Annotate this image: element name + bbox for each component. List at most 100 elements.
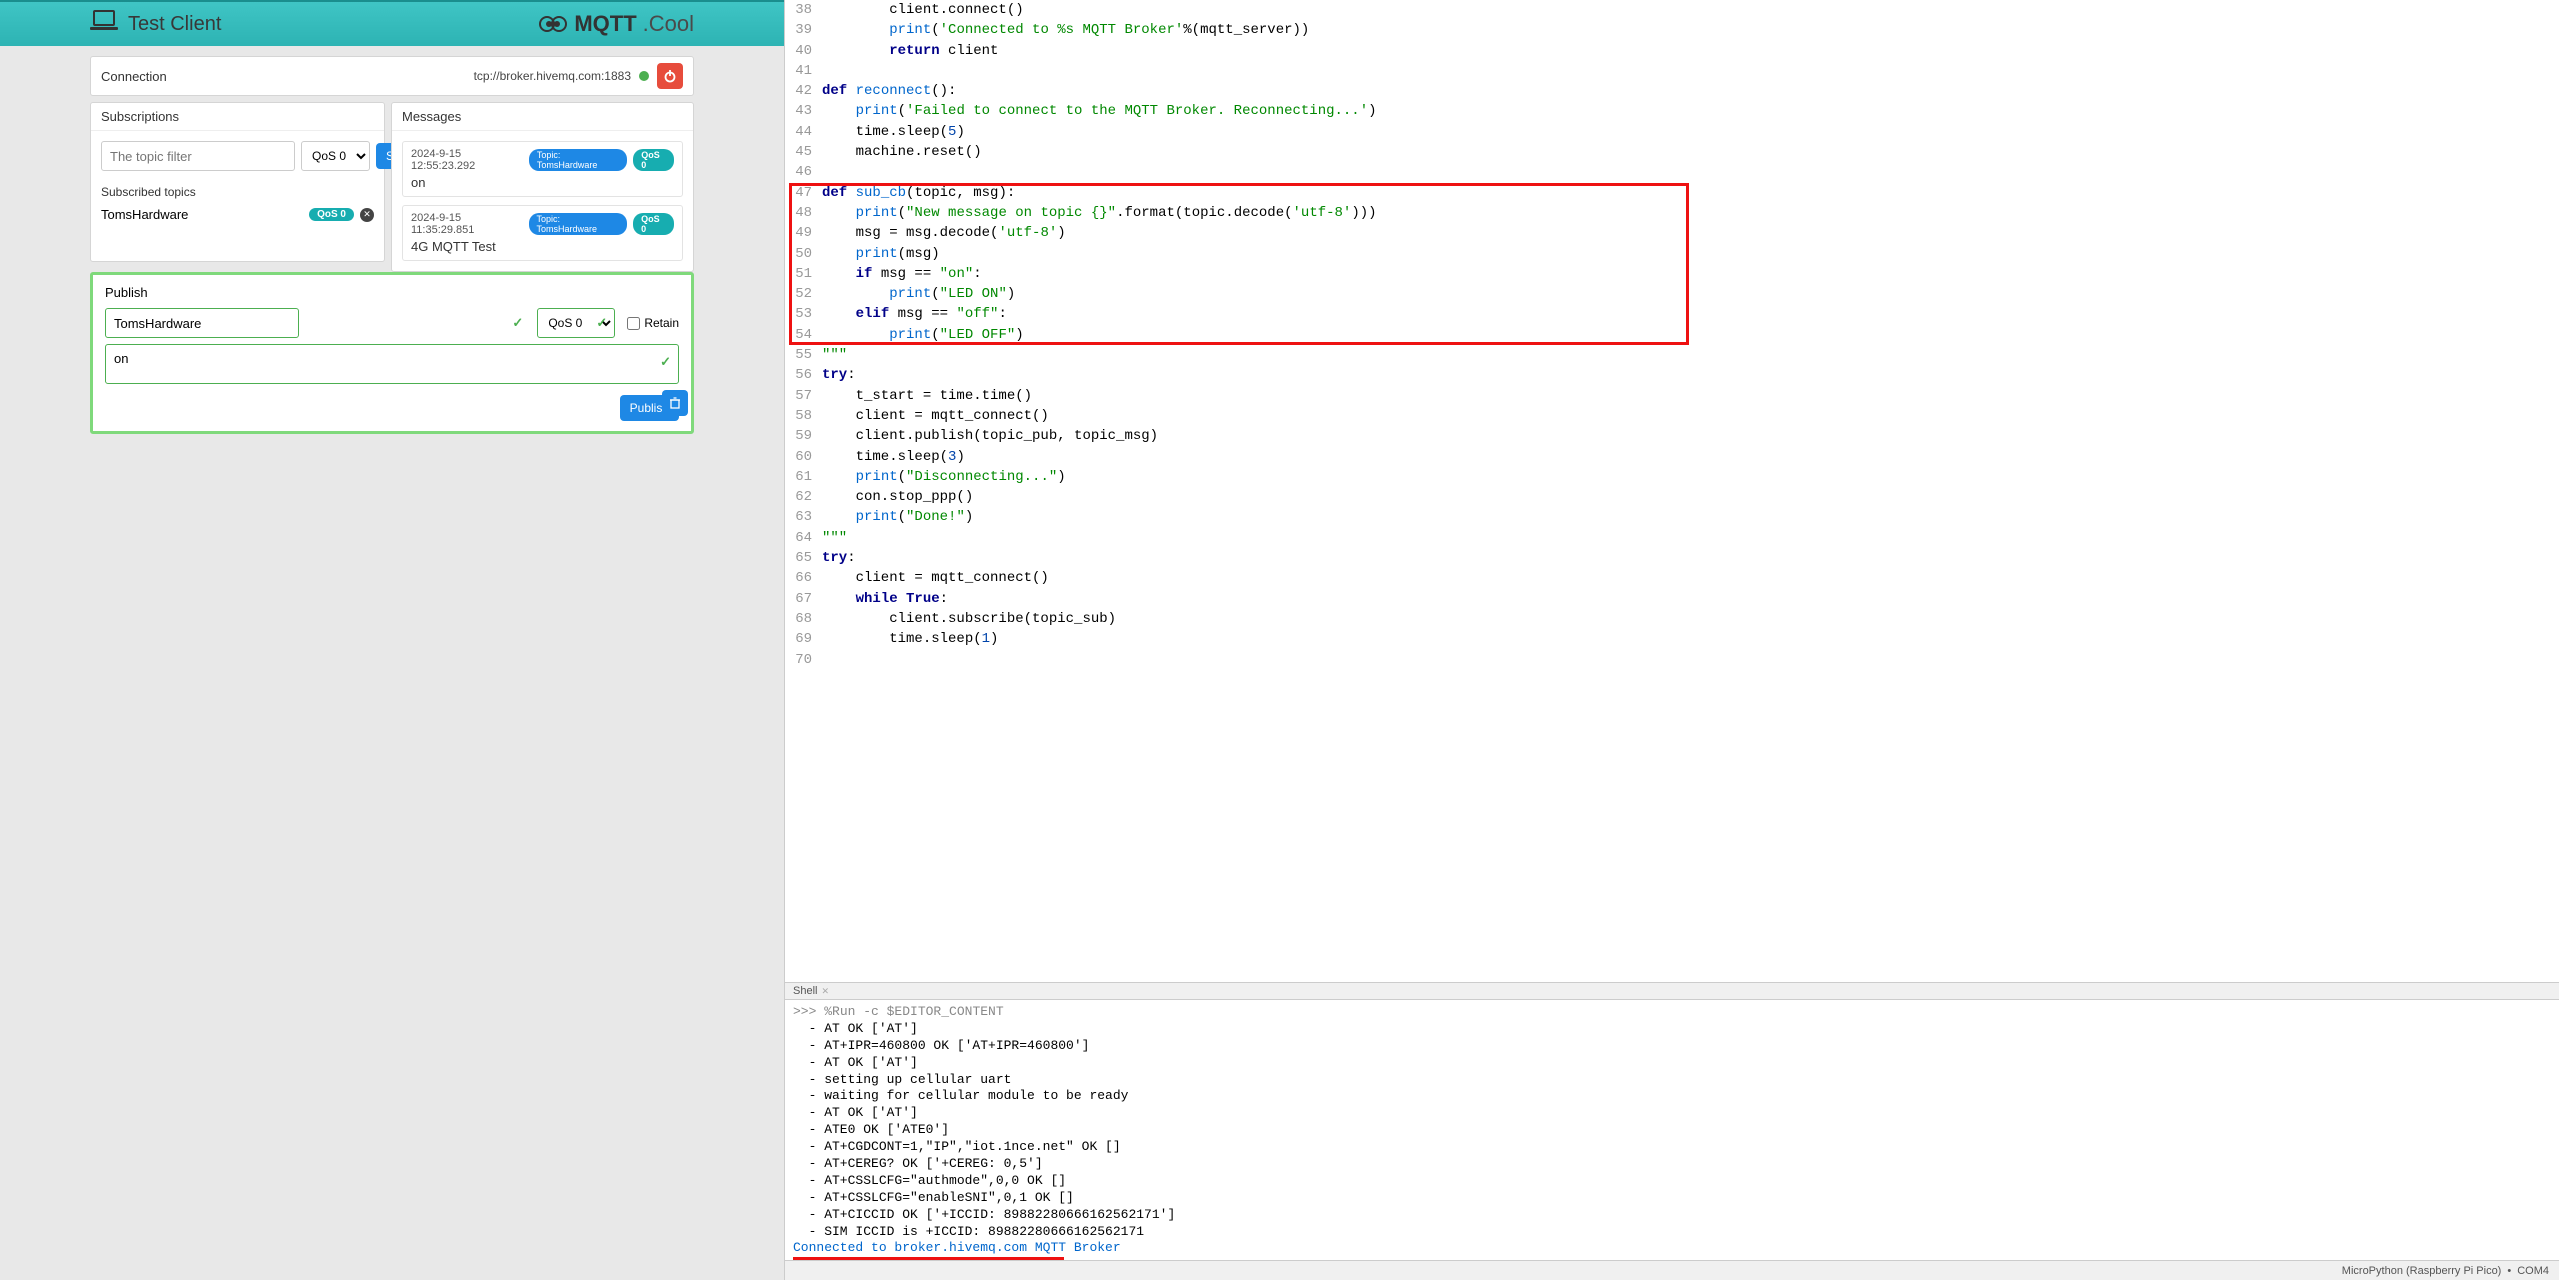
line-number: 65	[785, 548, 820, 568]
code-line: 48 print("New message on topic {}".forma…	[785, 203, 2559, 223]
message-item: 2024-9-15 12:55:23.292 Topic: TomsHardwa…	[402, 141, 683, 197]
retain-label: Retain	[627, 316, 679, 330]
message-item: 2024-9-15 11:35:29.851 Topic: TomsHardwa…	[402, 205, 683, 261]
line-number: 40	[785, 41, 820, 61]
code-line: 50 print(msg)	[785, 244, 2559, 264]
shell-line: - AT+CSSLCFG="authmode",0,0 OK []	[793, 1173, 2551, 1190]
publish-label: Publish	[105, 285, 679, 300]
line-number: 38	[785, 0, 820, 20]
line-number: 54	[785, 325, 820, 345]
line-number: 56	[785, 365, 820, 385]
subscriptions-label: Subscriptions	[91, 103, 384, 131]
shell-tab[interactable]: Shell ✕	[785, 982, 2559, 1000]
retain-checkbox[interactable]	[627, 317, 640, 330]
code-line: 55"""	[785, 345, 2559, 365]
shell-output[interactable]: >>> %Run -c $EDITOR_CONTENT - AT OK ['AT…	[785, 1000, 2559, 1260]
line-number: 67	[785, 589, 820, 609]
code-line: 38 client.connect()	[785, 0, 2559, 20]
line-number: 63	[785, 507, 820, 527]
code-line: 67 while True:	[785, 589, 2559, 609]
line-number: 50	[785, 244, 820, 264]
close-icon[interactable]: ✕	[821, 986, 829, 997]
shell-line: - AT OK ['AT']	[793, 1055, 2551, 1072]
shell-line: - AT+CSSLCFG="enableSNI",0,1 OK []	[793, 1190, 2551, 1207]
message-timestamp: 2024-9-15 11:35:29.851	[411, 212, 523, 236]
shell-line: - waiting for cellular module to be read…	[793, 1088, 2551, 1105]
messages-label: Messages	[392, 103, 693, 131]
device-label: MicroPython (Raspberry Pi Pico)	[2342, 1265, 2502, 1277]
ide-pane: 38 client.connect()39 print('Connected t…	[784, 0, 2559, 1280]
shell-line: - AT+CGDCONT=1,"IP","iot.1nce.net" OK []	[793, 1139, 2551, 1156]
line-number: 64	[785, 528, 820, 548]
code-line: 61 print("Disconnecting...")	[785, 467, 2559, 487]
line-number: 45	[785, 142, 820, 162]
line-number: 43	[785, 101, 820, 121]
code-line: 49 msg = msg.decode('utf-8')	[785, 223, 2559, 243]
port-label: COM4	[2517, 1265, 2549, 1277]
check-icon: ✓	[660, 354, 671, 370]
check-icon: ✓	[512, 315, 523, 331]
message-topic-badge: Topic: TomsHardware	[529, 213, 628, 235]
shell-line: - AT+CEREG? OK ['+CEREG: 0,5']	[793, 1156, 2551, 1173]
code-line: 44 time.sleep(5)	[785, 122, 2559, 142]
connection-card: Connection tcp://broker.hivemq.com:1883	[90, 56, 694, 96]
line-number: 69	[785, 629, 820, 649]
code-line: 64"""	[785, 528, 2559, 548]
shell-prompt: >>>	[793, 1004, 824, 1019]
subscribed-topic-name: TomsHardware	[101, 207, 188, 222]
message-body: 4G MQTT Test	[411, 236, 674, 254]
code-line: 40 return client	[785, 41, 2559, 61]
line-number: 68	[785, 609, 820, 629]
line-number: 60	[785, 447, 820, 467]
disconnect-button[interactable]	[657, 63, 683, 89]
message-qos-badge: QoS 0	[633, 149, 674, 171]
code-line: 53 elif msg == "off":	[785, 304, 2559, 324]
line-number: 70	[785, 650, 820, 670]
eyes-icon	[538, 14, 568, 34]
laptop-icon	[90, 10, 118, 38]
subscribed-topic-row: TomsHardware QoS 0 ✕	[101, 207, 374, 222]
code-line: 63 print("Done!")	[785, 507, 2559, 527]
publish-message-input[interactable]	[105, 344, 679, 384]
status-bar: MicroPython (Raspberry Pi Pico) • COM4	[785, 1260, 2559, 1280]
code-line: 47def sub_cb(topic, msg):	[785, 183, 2559, 203]
code-line: 43 print('Failed to connect to the MQTT …	[785, 101, 2559, 121]
line-number: 49	[785, 223, 820, 243]
subscribe-qos-select[interactable]: QoS 0	[301, 141, 370, 171]
unsubscribe-button[interactable]: ✕	[360, 208, 374, 222]
line-number: 57	[785, 386, 820, 406]
code-line: 58 client = mqtt_connect()	[785, 406, 2559, 426]
shell-line: - AT+CICCID OK ['+ICCID: 898822806661625…	[793, 1207, 2551, 1224]
power-icon	[663, 69, 677, 83]
publish-panel: Publish ✓ QoS 0 ✓ Retain	[90, 272, 694, 434]
code-line: 41	[785, 61, 2559, 81]
topic-filter-input[interactable]	[101, 141, 295, 171]
code-line: 45 machine.reset()	[785, 142, 2559, 162]
line-number: 46	[785, 162, 820, 182]
publish-qos-select[interactable]: QoS 0	[537, 308, 615, 338]
line-number: 59	[785, 426, 820, 446]
subscribed-topics-label: Subscribed topics	[91, 181, 384, 201]
shell-connected-line: Connected to broker.hivemq.com MQTT Brok…	[793, 1240, 2551, 1257]
brand-logo: MQTT.Cool	[538, 11, 694, 37]
message-topic-badge: Topic: TomsHardware	[529, 149, 627, 171]
subscriptions-panel: Subscriptions QoS 0 Subscribe Subscribed…	[90, 102, 385, 262]
shell-line: - SIM ICCID is +ICCID: 89882280666162562…	[793, 1224, 2551, 1241]
line-number: 47	[785, 183, 820, 203]
code-editor[interactable]: 38 client.connect()39 print('Connected t…	[785, 0, 2559, 982]
code-line: 68 client.subscribe(topic_sub)	[785, 609, 2559, 629]
code-line: 51 if msg == "on":	[785, 264, 2559, 284]
shell-line: - setting up cellular uart	[793, 1072, 2551, 1089]
clear-messages-button[interactable]	[662, 390, 688, 416]
shell-run-command: %Run -c $EDITOR_CONTENT	[824, 1004, 1003, 1019]
connection-label: Connection	[101, 69, 167, 84]
broker-url: tcp://broker.hivemq.com:1883	[474, 69, 631, 83]
line-number: 52	[785, 284, 820, 304]
line-number: 62	[785, 487, 820, 507]
mqtt-test-client: Test Client MQTT.Cool Connection tcp://b…	[0, 0, 784, 1280]
message-timestamp: 2024-9-15 12:55:23.292	[411, 148, 523, 172]
shell-line: - AT+IPR=460800 OK ['AT+IPR=460800']	[793, 1038, 2551, 1055]
publish-topic-input[interactable]	[105, 308, 299, 338]
shell-line: - ATE0 OK ['ATE0']	[793, 1122, 2551, 1139]
code-line: 65try:	[785, 548, 2559, 568]
